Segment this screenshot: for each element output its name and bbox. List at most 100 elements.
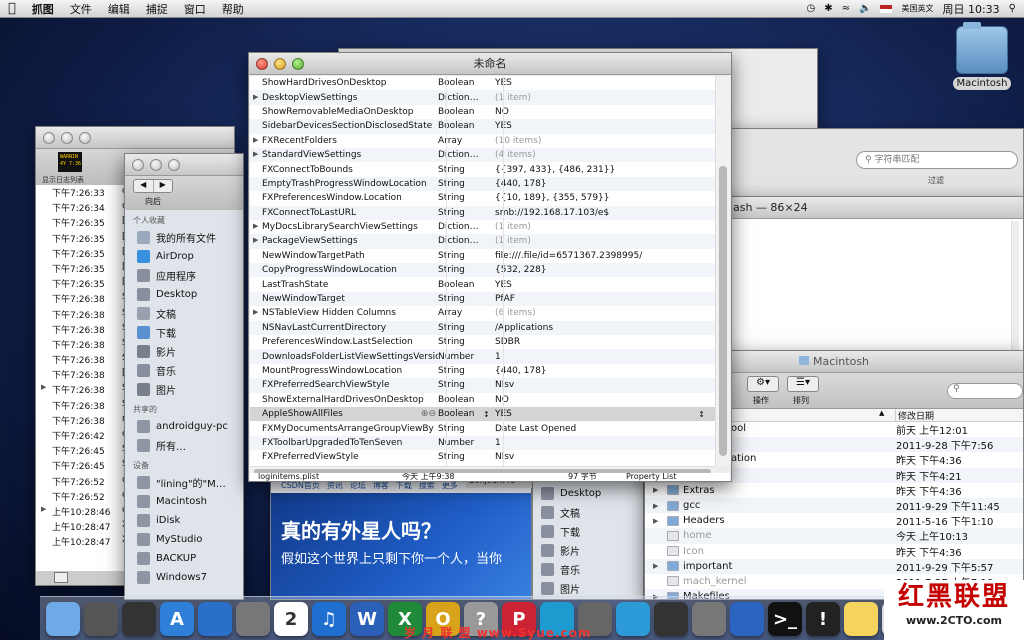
volume-icon[interactable]: 🔈 bbox=[859, 3, 871, 14]
log-list-label[interactable]: 显示日志列表 bbox=[42, 175, 84, 185]
plist-row[interactable]: NewWindowTargetPath String file:///.file/i… bbox=[250, 249, 715, 263]
plist-key[interactable]: FXPreferredViewStyle bbox=[250, 452, 438, 462]
menu-edit[interactable]: 编辑 bbox=[100, 1, 138, 17]
menu-help[interactable]: 帮助 bbox=[214, 1, 252, 17]
itunes-icon[interactable]: ♫ bbox=[312, 602, 346, 636]
plist-row[interactable]: ▶ MyDocsLibrarySearchViewSettings Diction…… bbox=[250, 220, 715, 234]
plist-key[interactable]: NewWindowTargetPath bbox=[250, 251, 438, 261]
plist-key[interactable]: MountProgressWindowLocation bbox=[250, 366, 438, 376]
plist-key[interactable]: FXMyDocumentsArrangeGroupViewBy bbox=[250, 424, 438, 434]
console-icon[interactable]: ! bbox=[806, 602, 840, 636]
stickies-icon[interactable] bbox=[844, 602, 878, 636]
plist-row[interactable]: NewWindowTarget String PfAF bbox=[250, 291, 715, 307]
safari-icon[interactable] bbox=[198, 602, 232, 636]
terminal-icon[interactable]: >_ bbox=[768, 602, 802, 636]
plist-row[interactable]: EmptyTrashProgressWindowLocation String {4… bbox=[250, 176, 715, 192]
plist-key[interactable]: FXToolbarUpgradedToTenSeven bbox=[250, 438, 438, 448]
sidebar-item[interactable]: Windows7 bbox=[125, 568, 243, 587]
wifi-icon[interactable]: ≈ bbox=[842, 3, 850, 14]
disclosure-icon[interactable]: ▶ bbox=[653, 562, 658, 570]
plist-row[interactable]: ShowHardDrivesOnDesktopBooleanYES bbox=[250, 76, 715, 90]
sidebar-item[interactable]: 下载 bbox=[533, 522, 643, 541]
plist-value[interactable]: (4 items) bbox=[495, 150, 715, 160]
plist-row[interactable]: DownloadsFolderListViewSettingsVersion Nu… bbox=[250, 349, 715, 364]
plist-key[interactable]: ▶ FXRecentFolders bbox=[250, 136, 438, 146]
input-method-menu[interactable]: 美国英文 bbox=[901, 3, 933, 14]
scroll-thumb[interactable] bbox=[719, 166, 727, 456]
file-row[interactable]: ▶ Extras 昨天 下午4:36 bbox=[645, 482, 1023, 498]
sidebar-item[interactable]: AirDrop bbox=[125, 247, 243, 266]
value-stepper-icon[interactable]: ↕ bbox=[698, 410, 705, 419]
plist-row[interactable]: SidebarDevicesSectionDisclosedState Boole… bbox=[250, 119, 715, 134]
sidebar-item[interactable]: 影片 bbox=[533, 541, 643, 560]
plist-type[interactable]: Boolean bbox=[438, 409, 495, 419]
plist-row[interactable]: NSNavLastCurrentDirectory String/Applicat… bbox=[250, 320, 715, 336]
plist-value[interactable]: 1 bbox=[495, 438, 715, 448]
plist-key[interactable]: PreferencesWindow.LastSelection bbox=[250, 337, 438, 347]
col-date[interactable]: 修改日期 bbox=[895, 409, 934, 422]
plist-key[interactable]: ▶ NSTableView Hidden Columns bbox=[250, 308, 438, 318]
plist-value[interactable]: (10 items) bbox=[495, 136, 715, 146]
plist-row[interactable]: PreferencesWindow.LastSelection String SDB… bbox=[250, 335, 715, 349]
plist-titlebar[interactable]: 未命名 bbox=[249, 53, 731, 75]
terminal-scrollbar[interactable] bbox=[1011, 221, 1019, 351]
apple-menu-icon[interactable]:  bbox=[0, 1, 24, 16]
sidebar-item[interactable]: 图片 bbox=[125, 380, 243, 399]
time-machine-icon[interactable]: ◷ bbox=[807, 3, 816, 14]
plist-value[interactable]: /Applications bbox=[495, 323, 715, 333]
plist-key[interactable]: FXPreferredSearchViewStyle bbox=[250, 380, 438, 390]
plist-row[interactable]: FXToolbarUpgradedToTenSeven Number 1 bbox=[250, 435, 715, 451]
sidebar-item[interactable]: 应用程序 bbox=[125, 266, 243, 285]
menu-capture[interactable]: 捕捉 bbox=[138, 1, 176, 17]
plist-key[interactable]: ▶ StandardViewSettings bbox=[250, 150, 438, 160]
plist-key[interactable]: ShowExternalHardDrivesOnDesktop bbox=[250, 395, 438, 405]
plist-key[interactable]: CopyProgressWindowLocation bbox=[250, 265, 438, 275]
plist-row[interactable]: ▶ FXRecentFolders Array (10 items) bbox=[250, 134, 715, 148]
plist-value[interactable]: {{10, 189}, {355, 579}} bbox=[495, 193, 715, 203]
plist-key[interactable]: DownloadsFolderListViewSettingsVersion bbox=[250, 352, 438, 362]
plist-value[interactable]: SDBR bbox=[495, 337, 715, 347]
sidebar-item[interactable]: MyStudio bbox=[125, 530, 243, 549]
plist-row[interactable]: ShowExternalHardDrivesOnDesktop Boolean NO bbox=[250, 393, 715, 407]
bluetooth-icon[interactable]: ✱ bbox=[824, 3, 832, 14]
plist-value[interactable]: (1 item) bbox=[495, 93, 715, 103]
plist-key[interactable]: EmptyTrashProgressWindowLocation bbox=[250, 179, 438, 189]
clock[interactable]: 周日 10:33 bbox=[942, 1, 999, 17]
plist-key[interactable]: NewWindowTarget bbox=[250, 294, 438, 304]
plist-key[interactable]: ShowRemovableMediaOnDesktop bbox=[250, 107, 438, 117]
plist-row[interactable]: FXPreferencesWindow.Location String {{10, … bbox=[250, 191, 715, 205]
plist-row[interactable]: ShowRemovableMediaOnDesktop Boolean NO bbox=[250, 105, 715, 119]
disclosure-triangle-icon[interactable]: ▶ bbox=[253, 236, 258, 244]
sidebar-item[interactable]: 我的所有文件 bbox=[125, 228, 243, 247]
sidebar-item[interactable]: BACKUP bbox=[125, 549, 243, 568]
plist-value[interactable]: {{397, 433}, {486, 231}} bbox=[495, 165, 715, 175]
plist-value[interactable]: NO bbox=[495, 395, 715, 405]
disclosure-icon[interactable]: ▶ bbox=[41, 505, 46, 513]
sidebar-item[interactable]: 下载 bbox=[125, 323, 243, 342]
plist-row[interactable]: LastTrashStateBooleanYES bbox=[250, 277, 715, 291]
disclosure-triangle-icon[interactable]: ▶ bbox=[253, 308, 258, 316]
finder-icon[interactable] bbox=[46, 602, 80, 636]
forward-icon[interactable]: ▶ bbox=[152, 180, 173, 192]
banner[interactable]: 真的有外星人吗？ 假如这个世界上只剩下你一个人，当你 bbox=[271, 493, 531, 599]
plist-value[interactable]: PfAF bbox=[495, 294, 715, 304]
plist-scrollbar[interactable] bbox=[715, 76, 730, 466]
console-toggle-button[interactable] bbox=[54, 572, 68, 583]
plist-row[interactable]: ▶ NSTableView Hidden Columns Array (6 items… bbox=[250, 306, 715, 320]
file-row[interactable]: ▶ gcc 2011-9-29 下午11:45 bbox=[645, 497, 1023, 514]
finder-search-field[interactable]: ⚲ bbox=[947, 383, 1023, 399]
disclosure-triangle-icon[interactable]: ▶ bbox=[253, 150, 258, 158]
plist-value[interactable]: YES bbox=[495, 409, 698, 419]
console-titlebar[interactable] bbox=[36, 127, 234, 149]
file-row[interactable]: ▶ important 2011-9-29 下午5:57 bbox=[645, 558, 1023, 574]
plist-key[interactable]: FXConnectToLastURL bbox=[250, 208, 438, 218]
plist-key[interactable]: AppleShowAllFiles ⊕⊖ bbox=[250, 409, 438, 419]
sidebar-item[interactable]: Desktop bbox=[125, 285, 243, 304]
sidebar-item[interactable]: 所有… bbox=[125, 436, 243, 455]
search-field[interactable]: ⚲ 字符串匹配 bbox=[856, 151, 1018, 169]
plist-key[interactable]: FXPreferencesWindow.Location bbox=[250, 193, 438, 203]
sidebar-item[interactable]: 音乐 bbox=[125, 361, 243, 380]
mission-control-icon[interactable] bbox=[122, 602, 156, 636]
disclosure-icon[interactable]: ▶ bbox=[41, 383, 46, 391]
plist-value[interactable]: (6 items) bbox=[495, 308, 715, 318]
